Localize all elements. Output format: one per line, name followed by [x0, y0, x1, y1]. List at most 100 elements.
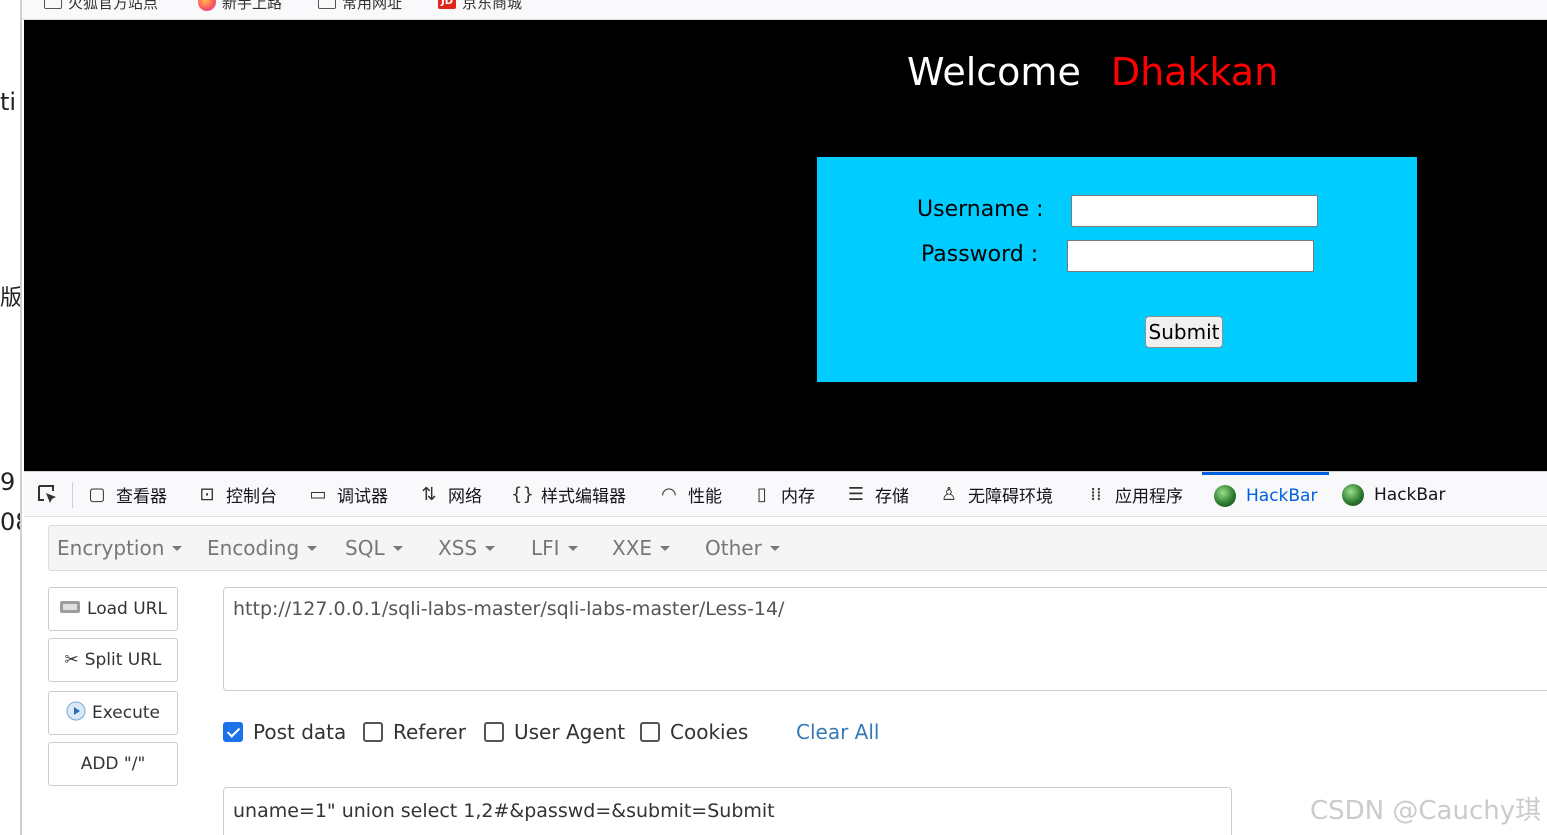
tab-label: HackBar [1374, 484, 1446, 505]
watermark: CSDN @Cauchy琪 [1310, 796, 1542, 826]
hackbar-icon [1342, 483, 1364, 506]
username-input[interactable] [1071, 195, 1318, 227]
tab-label: HackBar [1246, 486, 1318, 506]
menu-label: SQL [345, 536, 385, 560]
button-label: Load URL [87, 599, 167, 619]
tab-label: 控制台 [226, 487, 277, 507]
background-text-fragment: 版 [0, 286, 22, 311]
tab-application[interactable]: ⁞⁞ 应用程序 [1085, 472, 1183, 517]
folder-icon [44, 0, 62, 9]
tab-performance[interactable]: ◠ 性能 [658, 472, 722, 517]
menu-encryption[interactable]: Encryption [57, 526, 183, 570]
checkbox-unchecked[interactable] [363, 722, 383, 742]
url-textarea[interactable]: http://127.0.0.1/sqli-labs-master/sqli-l… [223, 587, 1547, 691]
play-icon [66, 701, 86, 726]
button-label: ADD "/" [80, 754, 146, 774]
menu-encoding[interactable]: Encoding [207, 526, 318, 570]
cookies-checkbox[interactable]: Cookies [640, 720, 748, 744]
console-icon: ⊡ [199, 484, 215, 505]
caret-down-icon [769, 545, 780, 551]
tab-label: 应用程序 [1115, 487, 1183, 507]
inspector-icon: ▢ [88, 484, 106, 505]
button-label: Split URL [84, 650, 162, 670]
button-label: Execute [92, 703, 160, 723]
checkbox-checked[interactable] [223, 722, 243, 742]
tab-console[interactable]: ⊡ 控制台 [196, 472, 277, 517]
user-agent-checkbox[interactable]: User Agent [484, 720, 625, 744]
menu-label: Encryption [57, 536, 165, 560]
toolbar-separator [72, 482, 73, 508]
welcome-heading: Welcome Dhakkan [907, 50, 1278, 94]
login-form: Username : Password : Submit [817, 157, 1417, 382]
style-editor-icon: {} [511, 484, 534, 505]
bookmark-jd-mall[interactable]: JD 京东商城 [438, 0, 522, 12]
menu-xss[interactable]: XSS [438, 526, 496, 570]
menu-label: LFI [531, 536, 560, 560]
submit-button[interactable]: Submit [1145, 316, 1223, 348]
bookmark-common-sites[interactable]: 常用网址 [318, 0, 402, 12]
checkbox-label: User Agent [514, 720, 626, 744]
tab-hackbar[interactable]: HackBar [1342, 472, 1445, 517]
bookmark-label: 火狐官方站点 [68, 0, 159, 12]
menu-lfi[interactable]: LFI [531, 526, 578, 570]
caret-down-icon [172, 545, 183, 551]
referer-checkbox[interactable]: Referer [363, 720, 466, 744]
application-icon: ⁞⁞ [1090, 484, 1102, 505]
tab-memory[interactable]: ▯ 内存 [751, 472, 815, 517]
tab-storage[interactable]: ☰ 存储 [845, 472, 909, 517]
tab-label: 调试器 [337, 487, 388, 507]
firefox-icon [198, 0, 216, 11]
caret-down-icon [660, 545, 671, 551]
debugger-icon: ▭ [309, 484, 327, 505]
menu-label: Other [705, 536, 762, 560]
menu-label: XXE [612, 536, 653, 560]
split-url-button[interactable]: ✂ Split URL [48, 638, 178, 682]
page-viewport: Welcome Dhakkan Username : Password : Sub… [24, 20, 1547, 471]
tab-network[interactable]: ⇅ 网络 [418, 472, 482, 517]
menu-xxe[interactable]: XXE [612, 526, 671, 570]
tab-debugger[interactable]: ▭ 调试器 [307, 472, 388, 517]
caret-down-icon [567, 545, 578, 551]
tab-label: 样式编辑器 [541, 487, 626, 507]
tab-label: 查看器 [116, 487, 167, 507]
tab-label: 无障碍环境 [968, 487, 1053, 507]
post-data-checkbox[interactable]: Post data [223, 720, 346, 744]
tab-label: 网络 [448, 487, 482, 507]
menu-other[interactable]: Other [705, 526, 780, 570]
background-text-fragment: ti [0, 88, 17, 116]
execute-button[interactable]: Execute [48, 691, 178, 735]
accessibility-icon: ♙ [940, 484, 958, 505]
jd-icon: JD [438, 0, 456, 9]
bookmarks-toolbar: 火狐官方站点 新手上路 常用网址 JD 京东商城 [22, 0, 1547, 20]
checkbox-unchecked[interactable] [640, 722, 660, 742]
clear-all-link[interactable]: Clear All [796, 720, 879, 744]
bookmark-label: 常用网址 [342, 0, 403, 12]
caret-down-icon [392, 545, 403, 551]
performance-icon: ◠ [661, 484, 677, 505]
bookmark-firefox-official[interactable]: 火狐官方站点 [44, 0, 158, 12]
menu-label: Encoding [207, 536, 300, 560]
username-label: Username : [917, 197, 1044, 222]
menu-sql[interactable]: SQL [345, 526, 403, 570]
tab-inspector[interactable]: ▢ 查看器 [86, 472, 167, 517]
post-data-textarea[interactable]: uname=1" union select 1,2#&passwd=&submi… [223, 787, 1232, 835]
tab-accessibility[interactable]: ♙ 无障碍环境 [938, 472, 1053, 517]
load-url-icon [59, 598, 81, 621]
element-picker-icon[interactable] [36, 483, 60, 507]
welcome-text: Welcome [907, 50, 1081, 94]
tab-label: 存储 [875, 487, 909, 507]
devtools-toolbar: ▢ 查看器 ⊡ 控制台 ▭ 调试器 ⇅ 网络 {} 样式编辑器 ◠ 性能 ▯ 内… [24, 471, 1547, 517]
checkbox-unchecked[interactable] [484, 722, 504, 742]
background-text-fragment: 9 [0, 468, 16, 496]
background-text-fragment: 08 [0, 508, 20, 536]
add-slash-button[interactable]: ADD "/" [48, 742, 178, 786]
screen: ti 版 9 08 火狐官方站点 新手上路 常用网址 JD 京东商城 Welco… [0, 0, 1547, 835]
checkbox-label: Post data [253, 720, 347, 744]
bookmark-label: 新手上路 [222, 0, 283, 12]
tab-hackbar-active[interactable]: HackBar [1202, 472, 1330, 517]
load-url-button[interactable]: Load URL [48, 587, 178, 631]
bookmark-getting-started[interactable]: 新手上路 [198, 0, 282, 12]
password-input[interactable] [1067, 240, 1314, 272]
tab-style-editor[interactable]: {} 样式编辑器 [511, 472, 626, 517]
tab-label: 性能 [688, 487, 722, 507]
